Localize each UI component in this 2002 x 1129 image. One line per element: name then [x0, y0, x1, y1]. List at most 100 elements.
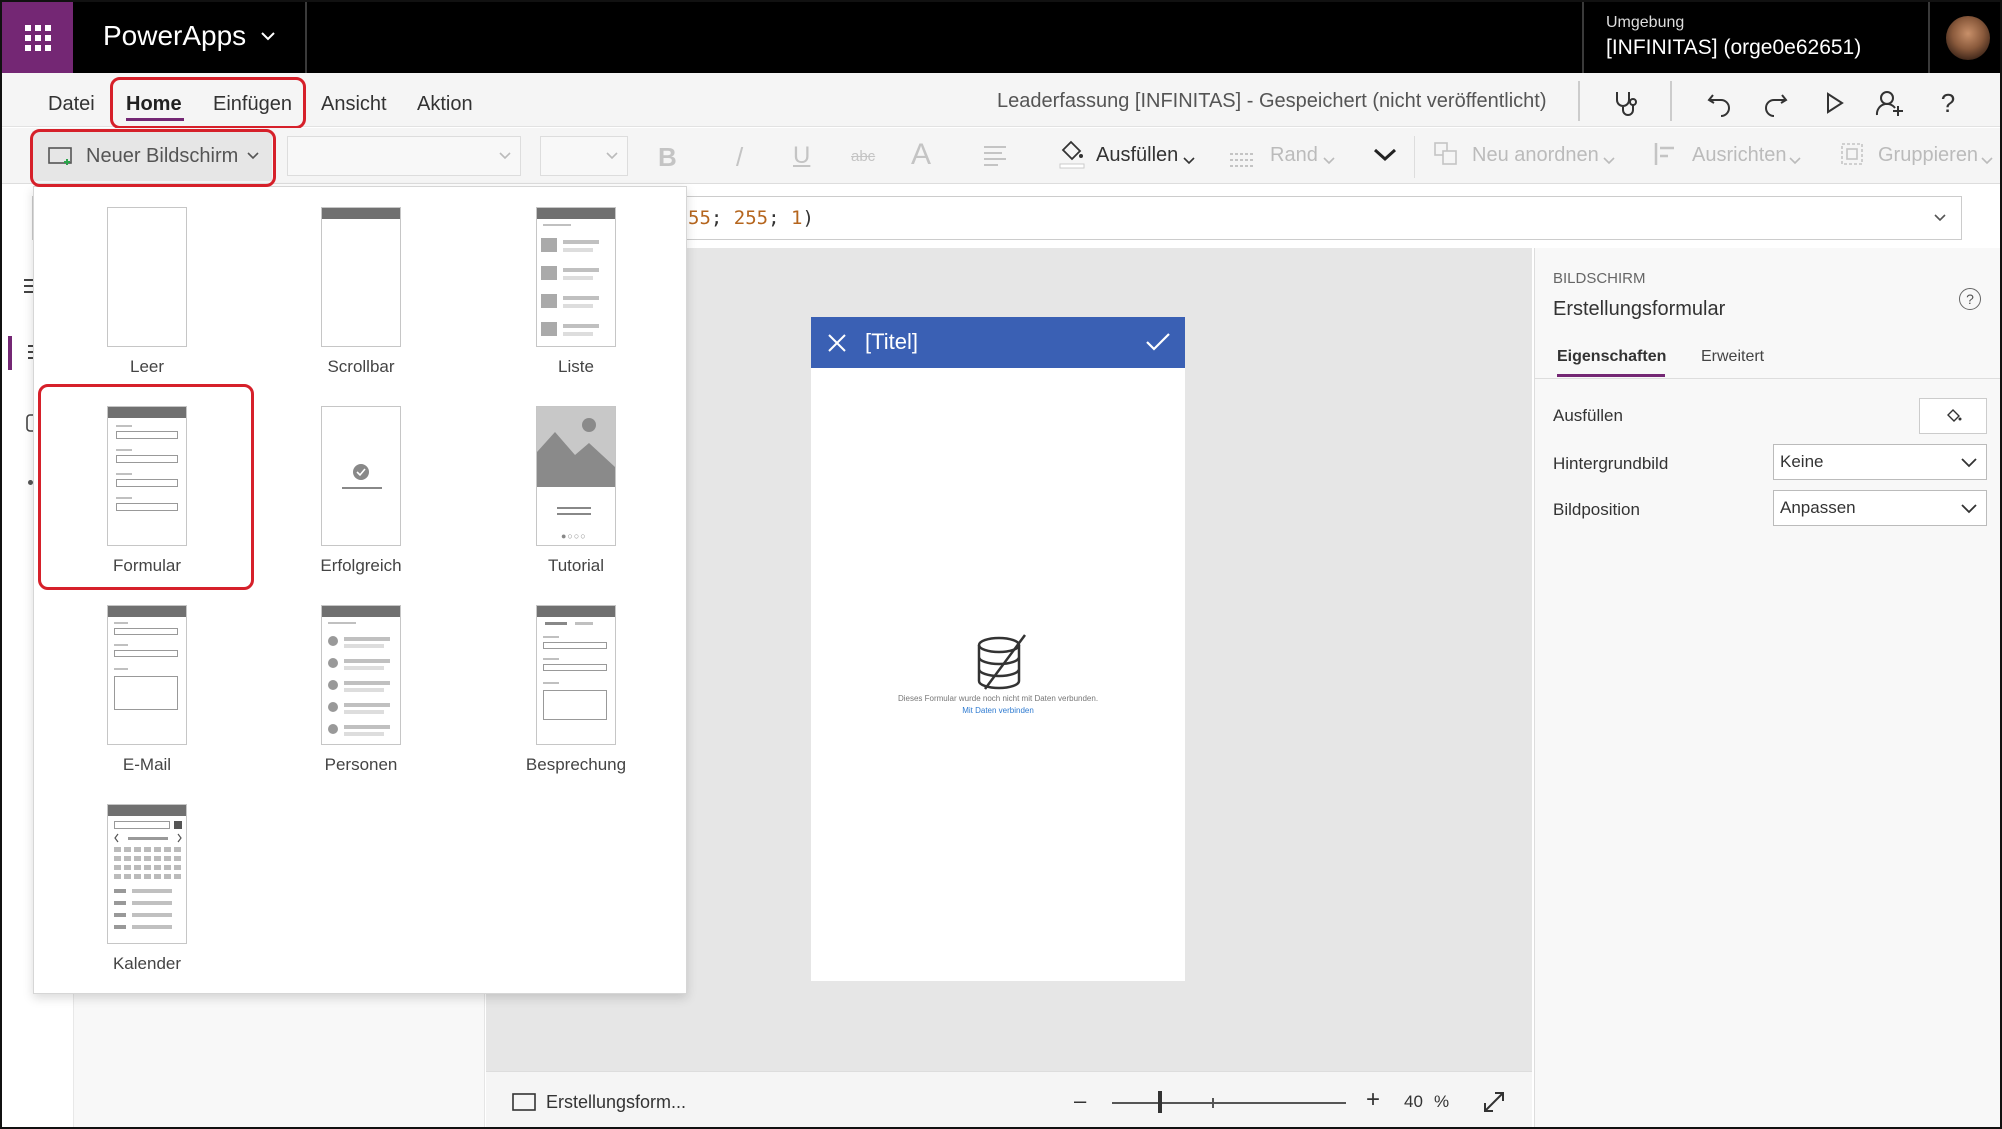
- divider: [1928, 2, 1930, 73]
- template-liste[interactable]: Liste: [476, 189, 656, 379]
- reorder-button[interactable]: Neu anordnen: [1472, 144, 1599, 167]
- font-size-dropdown[interactable]: [540, 136, 628, 176]
- divider: [1578, 81, 1580, 121]
- template-label: Besprechung: [525, 755, 627, 774]
- template-label: Liste: [558, 357, 594, 376]
- tab-advanced[interactable]: Erweitert: [1701, 348, 1764, 366]
- highlight-form-template: [38, 384, 254, 590]
- template-tutorial[interactable]: ●○○○ Tutorial: [476, 388, 656, 578]
- fill-color-picker[interactable]: [1919, 398, 1987, 434]
- template-label: Tutorial: [547, 556, 605, 575]
- formula-arg-2: 255: [733, 207, 769, 229]
- document-title: Leaderfassung [INFINITAS] - Gespeichert …: [997, 90, 1547, 112]
- align-icon[interactable]: [1654, 142, 1678, 172]
- strikethrough-button[interactable]: abc: [851, 148, 875, 165]
- selection-name[interactable]: Erstellungsformular: [1553, 298, 1725, 321]
- template-email[interactable]: E-Mail: [47, 587, 227, 777]
- paint-bucket-icon[interactable]: [1058, 138, 1086, 176]
- selection-type: BILDSCHIRM: [1553, 270, 1646, 287]
- menu-datei[interactable]: Datei: [48, 93, 95, 116]
- template-label: Personen: [324, 755, 398, 774]
- template-leer[interactable]: Leer: [47, 189, 227, 379]
- border-icon[interactable]: [1230, 148, 1256, 174]
- image-position-label: Bildposition: [1553, 500, 1640, 519]
- menu-aktion[interactable]: Aktion: [417, 93, 473, 116]
- current-screen-name[interactable]: Erstellungsform...: [546, 1092, 686, 1113]
- fit-to-window-icon[interactable]: [1482, 1090, 1506, 1114]
- share-user-icon[interactable]: [1872, 85, 1908, 121]
- screen-preview[interactable]: [Titel] Dieses Formular wurde noch nicht…: [811, 317, 1185, 981]
- help-icon[interactable]: ?: [1930, 85, 1966, 121]
- chevron-down-icon[interactable]: [1182, 146, 1196, 172]
- zoom-slider-thumb[interactable]: [1158, 1091, 1162, 1113]
- divider: [1582, 2, 1584, 73]
- form-title[interactable]: [Titel]: [865, 329, 918, 355]
- chevron-down-icon: [1961, 504, 1977, 514]
- zoom-value: 40: [1404, 1092, 1423, 1111]
- avatar[interactable]: [1946, 16, 1990, 60]
- screen-icon: [512, 1093, 536, 1111]
- checkmark-icon[interactable]: [1145, 332, 1171, 352]
- zoom-out-button[interactable]: –: [1074, 1088, 1086, 1114]
- chevron-down-icon: [606, 152, 618, 160]
- close-icon[interactable]: [827, 333, 847, 353]
- align-button[interactable]: Ausrichten: [1692, 144, 1787, 167]
- tutorial-template-icon: ●○○○: [536, 406, 616, 546]
- bold-button[interactable]: B: [658, 142, 677, 173]
- text-align-icon[interactable]: [984, 144, 1018, 172]
- fill-button[interactable]: Ausfüllen: [1096, 144, 1178, 167]
- formula-separator: ;: [710, 207, 734, 229]
- zoom-slider[interactable]: [1112, 1102, 1346, 1104]
- stethoscope-icon[interactable]: [1608, 85, 1644, 121]
- underline-button[interactable]: U: [793, 142, 810, 170]
- meeting-template-icon: [536, 605, 616, 745]
- group-button[interactable]: Gruppieren: [1878, 144, 1978, 167]
- fill-label: Ausfüllen: [1553, 406, 1623, 425]
- image-position-select[interactable]: Anpassen: [1773, 490, 1987, 526]
- menu-ansicht[interactable]: Ansicht: [321, 93, 387, 116]
- expand-toolbar-icon[interactable]: [1372, 144, 1398, 170]
- undo-icon[interactable]: [1701, 85, 1737, 121]
- template-scrollbar[interactable]: Scrollbar: [261, 189, 441, 379]
- environment-picker[interactable]: [INFINITAS] (orge0e62651): [1606, 36, 1861, 60]
- formula-arg-3: 1: [791, 207, 803, 229]
- zoom-in-button[interactable]: +: [1366, 1086, 1380, 1114]
- waffle-icon: [24, 24, 51, 51]
- background-image-value: Keine: [1780, 452, 1824, 471]
- background-image-select[interactable]: Keine: [1773, 444, 1987, 480]
- formula-text[interactable]: 55; 255; 1): [688, 207, 814, 229]
- scrollable-template-icon: [321, 207, 401, 347]
- app-launcher-button[interactable]: [2, 2, 73, 73]
- list-template-icon: [536, 207, 616, 347]
- environment-label: Umgebung: [1606, 14, 1685, 31]
- formula-separator: ;: [768, 207, 791, 229]
- template-label: E-Mail: [122, 755, 172, 774]
- formula-arg-1: 55: [688, 207, 711, 229]
- template-kalender[interactable]: Kalender: [47, 786, 227, 976]
- chevron-down-icon: [1788, 146, 1802, 172]
- template-label: Kalender: [112, 954, 182, 973]
- divider: [1414, 136, 1415, 178]
- chevron-down-icon[interactable]: [260, 26, 276, 47]
- redo-icon[interactable]: [1758, 85, 1794, 121]
- formula-close-paren: ): [802, 207, 814, 229]
- chevron-down-icon: [499, 152, 511, 160]
- help-icon[interactable]: ?: [1959, 288, 1981, 310]
- italic-button[interactable]: /: [736, 142, 743, 173]
- font-family-dropdown[interactable]: [287, 136, 521, 176]
- properties-panel: BILDSCHIRM Erstellungsformular ? Eigensc…: [1534, 248, 2000, 1127]
- template-besprechung[interactable]: Besprechung: [476, 587, 656, 777]
- template-personen[interactable]: Personen: [261, 587, 441, 777]
- chevron-down-icon[interactable]: [1933, 213, 1947, 223]
- app-name[interactable]: PowerApps: [103, 20, 246, 52]
- play-icon[interactable]: [1816, 85, 1852, 121]
- group-icon[interactable]: [1840, 142, 1864, 172]
- border-button[interactable]: Rand: [1270, 144, 1318, 167]
- template-erfolgreich[interactable]: Erfolgreich: [261, 388, 441, 578]
- zoom-tick: [1212, 1098, 1214, 1108]
- connect-data-link[interactable]: Mit Daten verbinden: [811, 706, 1185, 715]
- font-color-button[interactable]: A: [911, 138, 931, 172]
- reorder-icon[interactable]: [1434, 142, 1458, 172]
- divider: [1535, 378, 2000, 379]
- tab-properties[interactable]: Eigenschaften: [1557, 348, 1666, 366]
